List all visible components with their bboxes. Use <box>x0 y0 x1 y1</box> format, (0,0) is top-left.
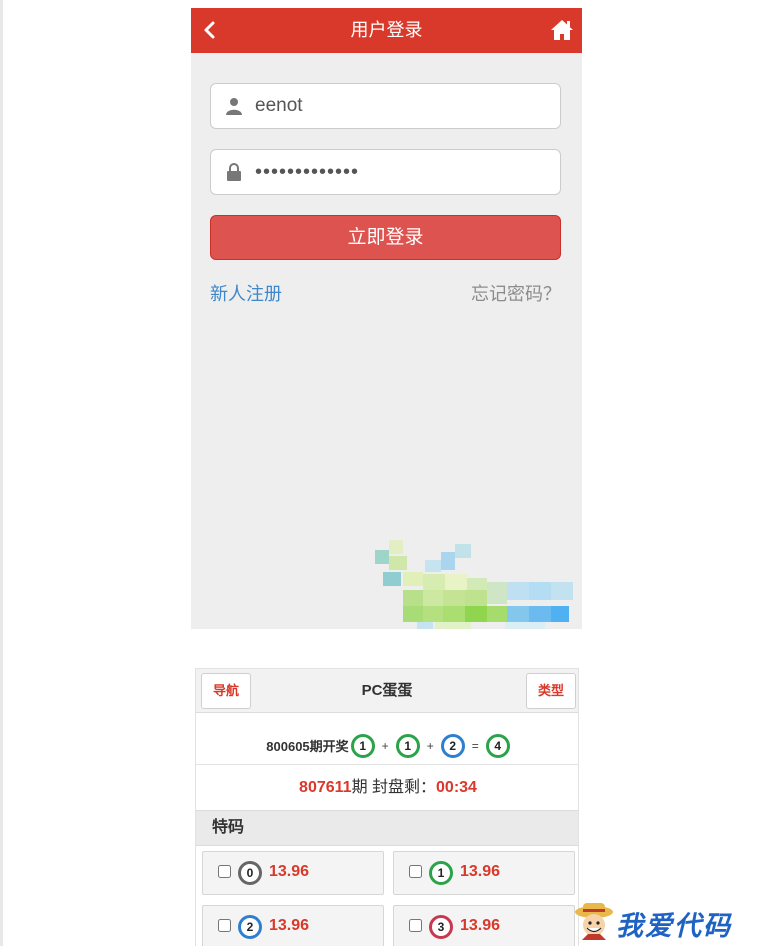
number-ball: 1 <box>429 861 453 885</box>
bet-checkbox[interactable] <box>409 919 422 932</box>
home-icon[interactable] <box>550 19 574 41</box>
bet-checkbox[interactable] <box>218 919 231 932</box>
bet-option[interactable]: 2 13.96 <box>202 905 384 946</box>
current-issue: 807611 <box>299 779 352 796</box>
username-field[interactable] <box>210 83 561 129</box>
bet-option[interactable]: 1 13.96 <box>393 851 575 895</box>
bet-odds: 13.96 <box>460 863 501 880</box>
number-ball: 3 <box>429 915 453 939</box>
plus-sign: + <box>381 738 389 753</box>
lock-icon <box>227 163 241 181</box>
bet-odds: 13.96 <box>460 917 501 934</box>
result-ball-2: 1 <box>395 733 420 758</box>
result-ball-1: 1 <box>350 733 375 758</box>
login-button[interactable]: 立即登录 <box>210 215 561 260</box>
login-header: 用户登录 <box>191 8 582 53</box>
page-title: 用户登录 <box>350 20 423 40</box>
lottery-title: PC蛋蛋 <box>361 682 413 699</box>
bet-option[interactable]: 3 13.96 <box>393 905 575 946</box>
countdown-status: 807611期 封盘剩：00:34 <box>196 766 578 810</box>
user-icon <box>226 98 242 115</box>
draw-issue-label: 800605期开奖 <box>266 739 349 754</box>
countdown-timer: 00:34 <box>436 779 477 796</box>
lottery-header: 导航 PC蛋蛋 类型 <box>196 669 578 713</box>
username-input[interactable] <box>255 90 550 122</box>
lottery-screen: 导航 PC蛋蛋 类型 800605期开奖 1 + 1 + 2 = 4 80761… <box>195 668 579 946</box>
bet-checkbox[interactable] <box>218 865 231 878</box>
bet-option[interactable]: 0 13.96 <box>202 851 384 895</box>
draw-result: 800605期开奖 1 + 1 + 2 = 4 <box>196 713 578 765</box>
bet-odds: 13.96 <box>269 863 310 880</box>
result-sum-ball: 4 <box>485 733 510 758</box>
password-input[interactable] <box>255 156 550 188</box>
section-title: 特码 <box>196 810 578 846</box>
forgot-password-link[interactable]: 忘记密码？ <box>471 280 561 306</box>
pixelated-image <box>365 538 582 629</box>
plus-sign: + <box>426 738 434 753</box>
page-edge <box>0 0 3 946</box>
number-ball: 2 <box>238 915 262 939</box>
number-ball: 0 <box>238 861 262 885</box>
equals-sign: = <box>471 738 479 753</box>
type-button[interactable]: 类型 <box>526 673 576 709</box>
bet-odds: 13.96 <box>269 917 310 934</box>
login-screen: 用户登录 立即登录 新人注册 忘记密码？ <box>191 8 582 629</box>
result-ball-3: 2 <box>440 733 465 758</box>
register-link[interactable]: 新人注册 <box>210 280 282 306</box>
password-field[interactable] <box>210 149 561 195</box>
cartoon-face-icon <box>575 903 613 940</box>
watermark: 我爱代码 <box>572 898 757 946</box>
bet-checkbox[interactable] <box>409 865 422 878</box>
watermark-text: 我爱代码 <box>616 911 732 942</box>
closing-label: 期 封盘剩： <box>351 779 437 796</box>
